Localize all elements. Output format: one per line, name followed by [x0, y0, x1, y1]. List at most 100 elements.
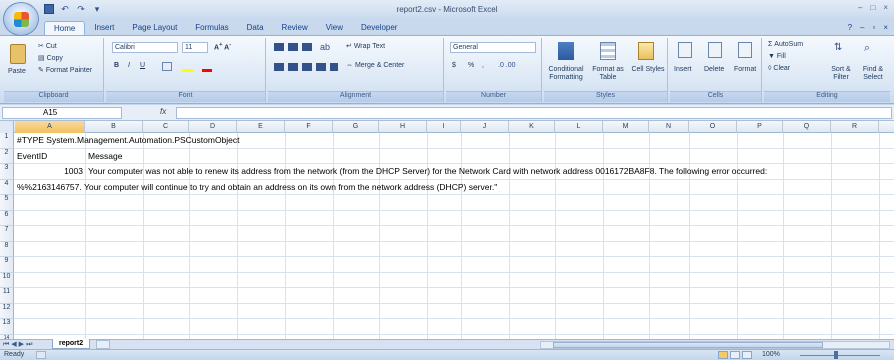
merge-center-button[interactable]: ⇔ Merge & Center: [346, 62, 404, 69]
sort-filter-button[interactable]: Sort & Filter: [826, 66, 856, 82]
normal-view-icon[interactable]: [718, 351, 728, 359]
close-button[interactable]: ×: [883, 3, 888, 12]
column-header[interactable]: F: [285, 121, 333, 133]
format-painter-button[interactable]: ✎ Format Painter: [38, 66, 92, 74]
fill-color-icon[interactable]: [182, 62, 194, 72]
format-button[interactable]: Format: [734, 66, 756, 73]
paste-icon[interactable]: [10, 44, 26, 64]
tab-data[interactable]: Data: [238, 21, 273, 36]
tab-home[interactable]: Home: [44, 21, 86, 36]
format-icon[interactable]: [738, 42, 752, 58]
autosum-button[interactable]: Σ AutoSum: [768, 41, 803, 48]
formula-input[interactable]: [176, 107, 892, 119]
cell-styles-icon[interactable]: [638, 42, 654, 60]
find-select-button[interactable]: Find & Select: [858, 66, 888, 82]
row-header[interactable]: 7: [0, 226, 14, 242]
tab-view[interactable]: View: [317, 21, 352, 36]
scroll-thumb[interactable]: [553, 342, 823, 348]
format-table-icon[interactable]: [600, 42, 616, 60]
macro-record-icon[interactable]: [36, 351, 46, 359]
tab-review[interactable]: Review: [273, 21, 317, 36]
vertical-align-icons[interactable]: [274, 43, 314, 51]
cell-a1[interactable]: #TYPE System.Management.Automation.PSCus…: [17, 133, 240, 148]
column-header[interactable]: J: [461, 121, 509, 133]
column-header[interactable]: B: [85, 121, 143, 133]
orientation-icon[interactable]: ab: [320, 42, 332, 52]
sheet-tab[interactable]: report2: [52, 339, 91, 349]
percent-button[interactable]: %: [468, 62, 474, 69]
zoom-level[interactable]: 100%: [762, 351, 780, 358]
insert-sheet-icon[interactable]: [96, 340, 110, 349]
column-header[interactable]: I: [427, 121, 461, 133]
bold-button[interactable]: B: [114, 62, 119, 69]
select-all-corner[interactable]: [0, 121, 14, 133]
column-header[interactable]: P: [737, 121, 783, 133]
sort-filter-icon[interactable]: ⇅: [834, 42, 848, 58]
row-header[interactable]: 2: [0, 148, 14, 164]
office-button[interactable]: [3, 2, 39, 36]
cell-styles-button[interactable]: Cell Styles: [630, 66, 666, 74]
column-header[interactable]: O: [689, 121, 737, 133]
ribbon-minimize-icon[interactable]: –: [860, 23, 864, 32]
fill-button[interactable]: ▼ Fill: [768, 53, 786, 60]
tab-insert[interactable]: Insert: [85, 21, 123, 36]
number-format-select[interactable]: General: [450, 42, 536, 53]
row-header[interactable]: 10: [0, 272, 14, 288]
delete-button[interactable]: Delete: [704, 66, 724, 73]
italic-button[interactable]: I: [128, 62, 130, 69]
column-header[interactable]: E: [237, 121, 285, 133]
column-header[interactable]: N: [649, 121, 689, 133]
clear-button[interactable]: ◊ Clear: [768, 65, 790, 72]
column-header[interactable]: L: [555, 121, 603, 133]
name-box[interactable]: A15: [2, 107, 122, 119]
column-header[interactable]: G: [333, 121, 379, 133]
row-header[interactable]: 3: [0, 164, 14, 180]
row-header[interactable]: 8: [0, 241, 14, 257]
font-size-select[interactable]: 11: [182, 42, 208, 53]
conditional-formatting-icon[interactable]: [558, 42, 574, 60]
column-header[interactable]: H: [379, 121, 427, 133]
ribbon-restore-icon[interactable]: ▫: [872, 23, 875, 32]
row-header[interactable]: 6: [0, 210, 14, 226]
horizontal-scrollbar[interactable]: [540, 341, 890, 349]
row-header[interactable]: 12: [0, 303, 14, 319]
column-header[interactable]: K: [509, 121, 555, 133]
row-header[interactable]: 11: [0, 288, 14, 304]
row-header[interactable]: 13: [0, 319, 14, 335]
tab-developer[interactable]: Developer: [352, 21, 406, 36]
column-header[interactable]: M: [603, 121, 649, 133]
sheet-nav-icons[interactable]: ⏮◀▶⏭: [3, 340, 34, 349]
paste-button[interactable]: Paste: [8, 68, 26, 75]
row-header[interactable]: 1: [0, 133, 14, 149]
spreadsheet-grid[interactable]: A B C D E F G H I J K L M N O P Q R 1 2 …: [0, 121, 894, 339]
zoom-slider-knob[interactable]: [834, 351, 838, 359]
insert-button[interactable]: Insert: [674, 66, 692, 73]
minimize-button[interactable]: –: [858, 3, 862, 12]
borders-icon[interactable]: [162, 62, 172, 71]
comma-button[interactable]: ,: [482, 62, 484, 69]
delete-icon[interactable]: [708, 42, 722, 58]
row-header[interactable]: 9: [0, 257, 14, 273]
font-name-select[interactable]: Calibri: [112, 42, 178, 53]
wrap-text-button[interactable]: ↵ Wrap Text: [346, 42, 385, 50]
grow-font-button[interactable]: A+ A-: [214, 42, 231, 51]
maximize-button[interactable]: □: [870, 3, 875, 12]
column-header[interactable]: A: [15, 121, 85, 133]
help-icon[interactable]: ?: [848, 23, 852, 32]
tab-page-layout[interactable]: Page Layout: [123, 21, 186, 36]
row-header[interactable]: 5: [0, 195, 14, 211]
horizontal-align-icons[interactable]: [274, 63, 338, 71]
page-layout-view-icon[interactable]: [730, 351, 740, 359]
currency-button[interactable]: $: [452, 62, 456, 69]
zoom-slider[interactable]: [800, 355, 880, 356]
cell-b2[interactable]: Message: [88, 149, 123, 164]
find-icon[interactable]: ⌕: [864, 42, 878, 58]
underline-button[interactable]: U: [140, 62, 145, 69]
tab-formulas[interactable]: Formulas: [186, 21, 237, 36]
cell-a4[interactable]: %%2163146757. Your computer will continu…: [17, 180, 497, 195]
decimal-icons[interactable]: .0 .00: [498, 62, 532, 71]
format-as-table-button[interactable]: Format as Table: [588, 66, 628, 82]
page-break-view-icon[interactable]: [742, 351, 752, 359]
column-header[interactable]: R: [831, 121, 879, 133]
cell-a3[interactable]: 1003: [17, 164, 83, 179]
